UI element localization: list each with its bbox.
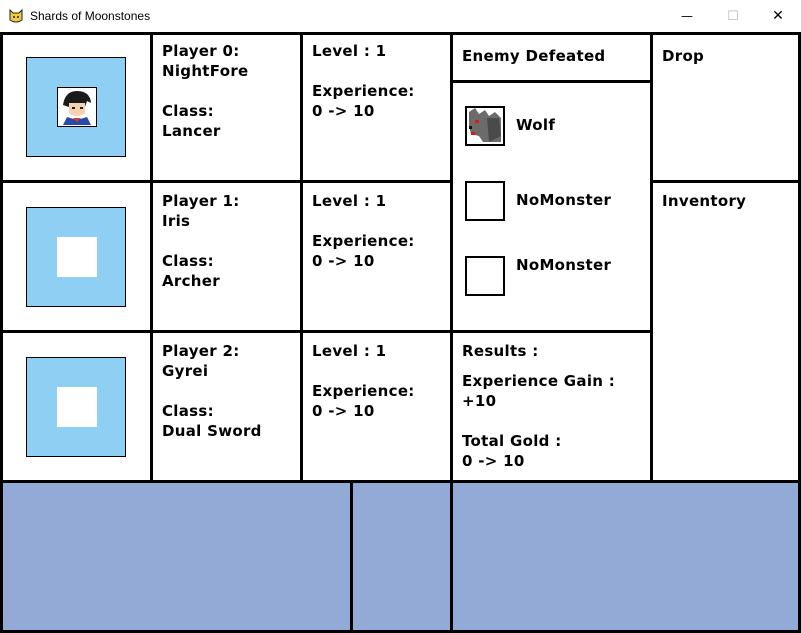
portrait-frame	[26, 57, 126, 157]
empty-slot	[465, 181, 505, 221]
portrait-cell-2	[0, 330, 153, 483]
player-info-cell-1: Player 1: Iris Class: Archer	[150, 180, 303, 333]
player-class: Archer	[162, 272, 220, 290]
player-slot-label: Player 2:	[162, 342, 240, 360]
inventory-label: Inventory	[662, 192, 747, 210]
player-level: Level : 1	[312, 42, 387, 60]
player-info-cell-2: Player 2: Gyrei Class: Dual Sword	[150, 330, 303, 483]
player-slot-label: Player 1:	[162, 192, 240, 210]
drop-panel: Drop	[650, 32, 801, 183]
total-gold-label: Total Gold :	[462, 432, 562, 450]
player-name: NightFore	[162, 62, 249, 80]
window-title: Shards of Moonstones	[30, 9, 151, 23]
empty-portrait	[57, 387, 97, 427]
experience-gain-value: +10	[462, 392, 497, 410]
cat-face-icon	[9, 8, 23, 23]
inventory-panel: Inventory	[650, 180, 801, 483]
close-button[interactable]: ✕	[755, 0, 801, 32]
experience-label: Experience:	[312, 82, 415, 100]
portrait-cell-0	[0, 32, 153, 183]
player-class: Lancer	[162, 122, 221, 140]
portrait-cell-1	[0, 180, 153, 333]
enemy-name: NoMonster	[516, 191, 612, 209]
maximize-icon: ☐	[727, 8, 739, 24]
player-level: Level : 1	[312, 192, 387, 210]
empty-slot	[465, 256, 505, 296]
total-gold-value: 0 -> 10	[462, 452, 525, 470]
player-name: Iris	[162, 212, 191, 230]
player-class: Dual Sword	[162, 422, 262, 440]
game-screen: Player 0: NightFore Class: Lancer Level …	[0, 32, 801, 633]
enemy-name: NoMonster	[516, 256, 612, 274]
experience-value: 0 -> 10	[312, 402, 375, 420]
player-slot-label: Player 0:	[162, 42, 240, 60]
class-label: Class:	[162, 402, 214, 420]
enemy-name: Wolf	[516, 116, 556, 134]
portrait-frame	[26, 357, 126, 457]
class-label: Class:	[162, 102, 214, 120]
title-bar: Shards of Moonstones — ☐ ✕	[0, 0, 801, 32]
experience-label: Experience:	[312, 382, 415, 400]
enemy-defeated-header: Enemy Defeated	[450, 32, 653, 83]
maximize-button[interactable]: ☐	[710, 0, 756, 32]
player-level: Level : 1	[312, 342, 387, 360]
wolf-icon	[465, 106, 505, 146]
enemy-defeated-title: Enemy Defeated	[462, 47, 606, 65]
drop-label: Drop	[662, 47, 705, 65]
enemy-list: Wolf NoMonster NoMonster	[450, 80, 653, 333]
player-name: Gyrei	[162, 362, 209, 380]
results-title: Results :	[462, 342, 539, 360]
minimize-icon: —	[681, 9, 693, 23]
empty-portrait	[57, 237, 97, 277]
experience-value: 0 -> 10	[312, 102, 375, 120]
class-label: Class:	[162, 252, 214, 270]
experience-label: Experience:	[312, 232, 415, 250]
knight-portrait-icon	[57, 87, 97, 127]
experience-value: 0 -> 10	[312, 252, 375, 270]
close-icon: ✕	[772, 8, 784, 24]
player-level-cell-2: Level : 1 Experience: 0 -> 10	[300, 330, 453, 483]
portrait-frame	[26, 207, 126, 307]
player-info-cell-0: Player 0: NightFore Class: Lancer	[150, 32, 303, 183]
minimize-button[interactable]: —	[664, 0, 710, 32]
results-panel: Results : Experience Gain : +10 Total Go…	[450, 330, 653, 483]
bottom-panel-right[interactable]	[450, 480, 801, 633]
experience-gain-label: Experience Gain :	[462, 372, 616, 390]
bottom-panel-middle[interactable]	[350, 480, 453, 633]
bottom-panel-left[interactable]	[0, 480, 353, 633]
player-level-cell-0: Level : 1 Experience: 0 -> 10	[300, 32, 453, 183]
player-level-cell-1: Level : 1 Experience: 0 -> 10	[300, 180, 453, 333]
